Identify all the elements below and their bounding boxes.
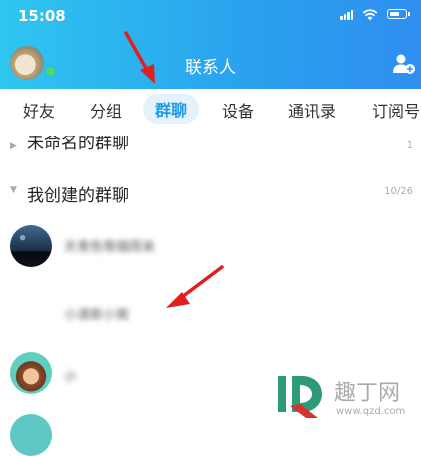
annotation-arrow	[166, 265, 224, 308]
status-bar: 15:08	[0, 0, 421, 32]
chat-name: 小	[64, 370, 78, 385]
battery-icon	[387, 9, 410, 19]
tab-subscriptions[interactable]: 订阅号	[372, 98, 420, 122]
tab-group-chats[interactable]: 群聊	[143, 94, 200, 124]
group-my-created-chats[interactable]: ▼ 我创建的群聊 10/26	[0, 180, 421, 206]
group-unnamed-chats[interactable]: ▶ 未命名的群聊 1	[0, 136, 421, 156]
status-time: 15:08	[18, 7, 66, 25]
group-avatar	[10, 352, 52, 394]
annotation-arrow	[124, 31, 155, 84]
svg-text:趣丁网: 趣丁网	[334, 381, 400, 406]
chat-name: 小清新小窝	[64, 308, 130, 323]
tab-groups[interactable]: 分组	[90, 98, 122, 122]
signal-icon	[340, 10, 354, 20]
tab-friends[interactable]: 好友	[23, 98, 55, 122]
caret-down-icon: ▼	[10, 185, 17, 195]
wifi-icon	[362, 9, 378, 21]
group-avatar	[10, 414, 52, 456]
chat-name: 天青色等烟雨来	[64, 240, 156, 255]
tab-address-book[interactable]: 通讯录	[288, 98, 336, 122]
person-plus-icon[interactable]	[392, 53, 416, 75]
svg-text:www.qzd.com: www.qzd.com	[336, 406, 405, 417]
watermark-logo: 趣丁网 www.qzd.com	[278, 376, 405, 418]
contact-tabs: 好友 分组 群聊 设备 通讯录 订阅号	[0, 89, 421, 129]
caret-right-icon: ▶	[10, 141, 17, 151]
page-title: 联系人	[185, 58, 236, 78]
group-avatar	[10, 225, 52, 267]
app-header: 15:08 联系人	[0, 0, 421, 89]
tab-devices[interactable]: 设备	[222, 98, 254, 122]
